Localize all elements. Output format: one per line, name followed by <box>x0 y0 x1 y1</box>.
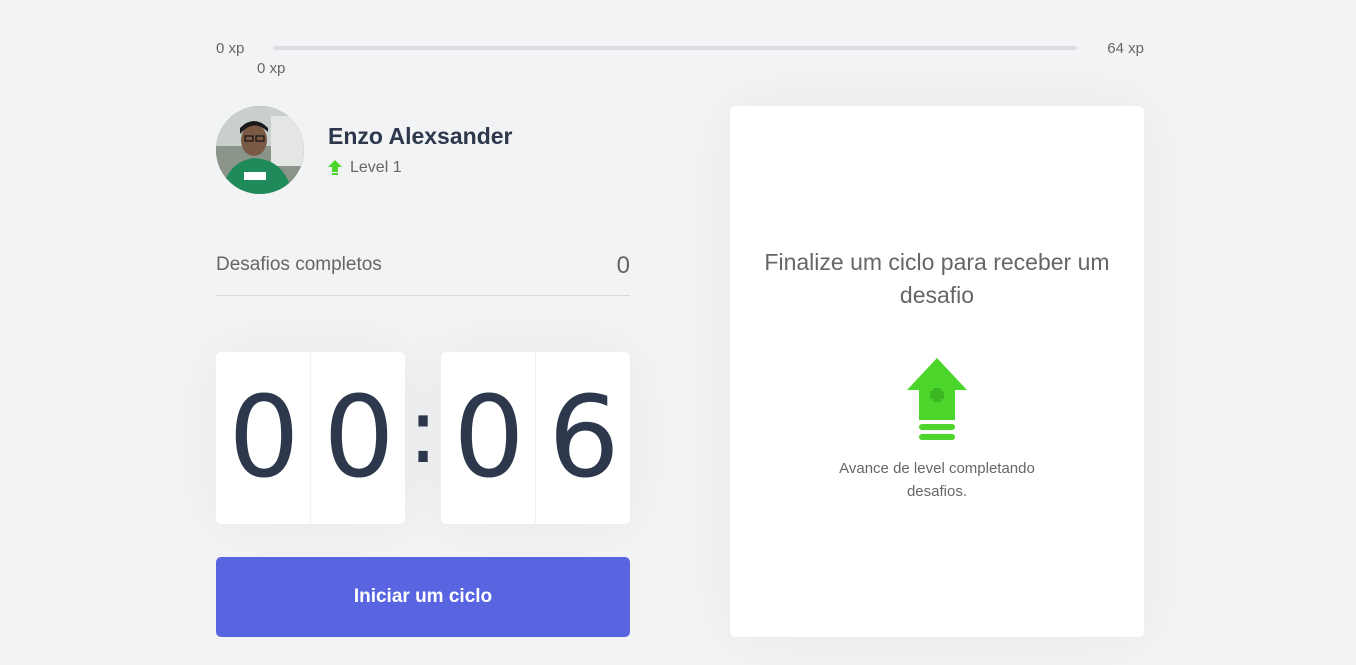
seconds-group: 0 6 <box>441 352 630 524</box>
completed-challenges-count: 0 <box>616 252 630 279</box>
xp-progress-track <box>273 46 1077 50</box>
level-indicator: Level 1 <box>328 159 512 177</box>
completed-challenges-label: Desafios completos <box>216 254 382 275</box>
profile: Enzo Alexsander Level 1 <box>216 106 512 194</box>
xp-current-label: 0 xp <box>257 60 286 77</box>
xp-end-label: 64 xp <box>1107 40 1144 57</box>
challenge-box: Finalize um ciclo para receber um desafi… <box>730 106 1144 637</box>
second-digit-left: 0 <box>441 352 536 524</box>
start-cycle-button[interactable]: Iniciar um ciclo <box>216 557 630 637</box>
second-digit-right: 6 <box>548 373 619 503</box>
challenge-box-description: Avance de level completando desafios. <box>839 460 1035 500</box>
xp-start-label: 0 xp <box>216 40 245 57</box>
level-up-icon <box>907 358 967 440</box>
minute-digit-left: 0 <box>216 352 311 524</box>
minutes-group: 0 0 <box>216 352 405 524</box>
time-separator: : <box>407 378 439 484</box>
profile-name: Enzo Alexsander <box>328 123 513 149</box>
experience-bar: 0 xp 0 xp 64 xp <box>216 38 1144 78</box>
level-label: Level 1 <box>350 159 402 176</box>
level-up-arrow-icon <box>328 160 342 175</box>
countdown-timer: 0 0 : 0 6 <box>216 352 630 524</box>
completed-challenges: Desafios completos 0 <box>216 248 630 296</box>
avatar <box>216 106 304 194</box>
minute-digit-right: 0 <box>323 373 394 503</box>
challenge-box-title: Finalize um ciclo para receber um desafi… <box>764 249 1110 308</box>
